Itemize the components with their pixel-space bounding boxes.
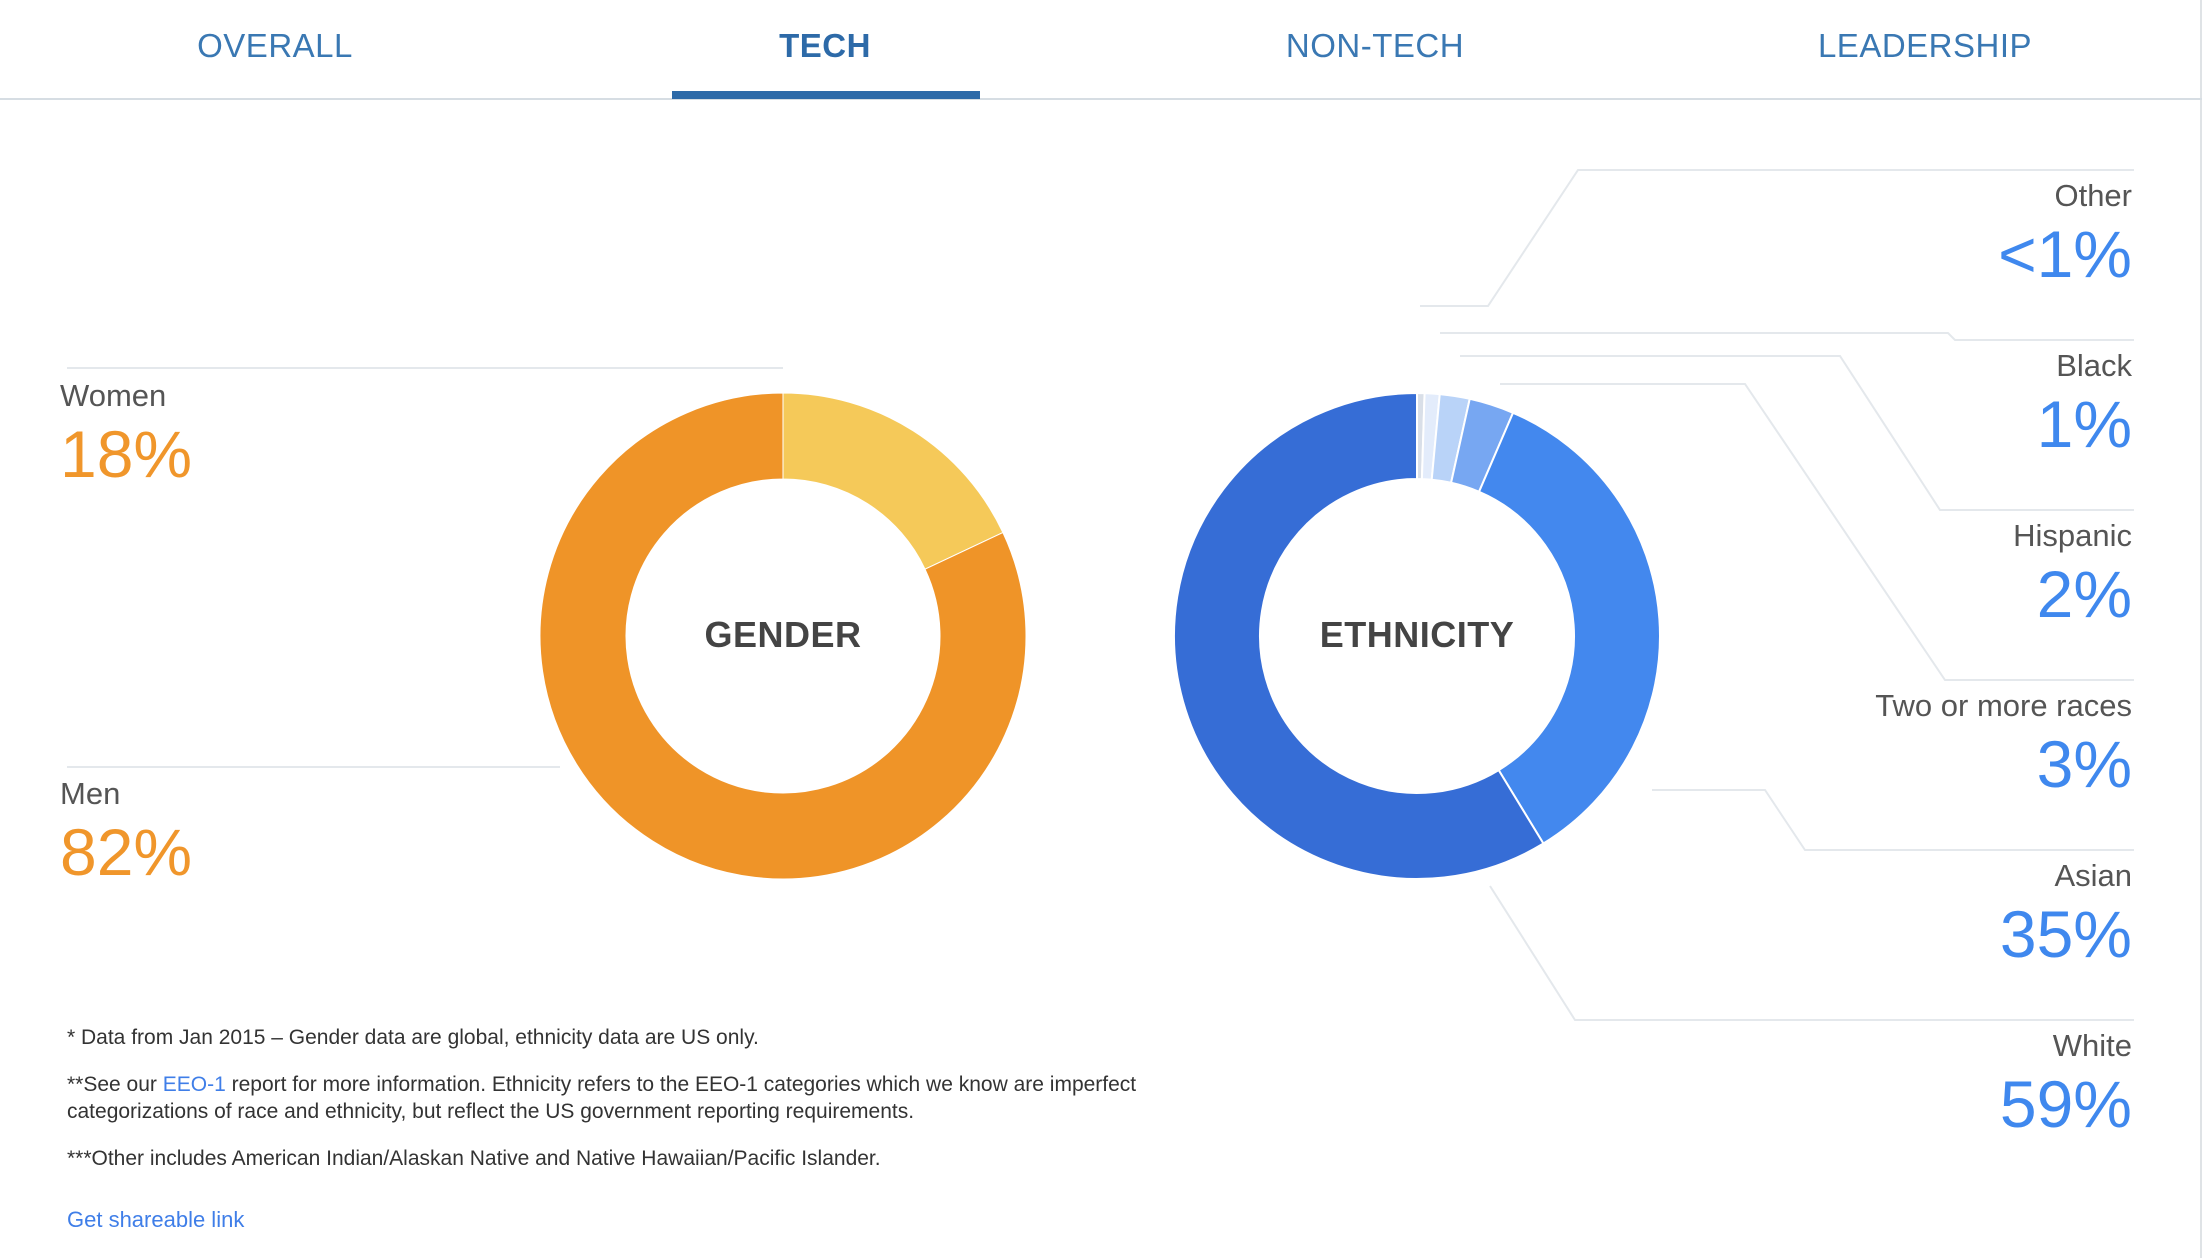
get-shareable-link[interactable]: Get shareable link <box>67 1207 244 1233</box>
black-label: Black 1% <box>1532 346 2132 462</box>
women-slice <box>782 392 1004 570</box>
footnote-eeo1: **See our EEO-1 report for more informat… <box>67 1071 1267 1125</box>
white-percent: 59% <box>1999 1067 2132 1141</box>
other-label: Other <1% <box>1532 176 2132 292</box>
asian-name: Asian <box>2054 858 2132 893</box>
two-or-more-name: Two or more races <box>1875 688 2132 723</box>
men-label: Men 82% <box>60 774 560 890</box>
white-label: White 59% <box>1532 1026 2132 1142</box>
footnotes: * Data from Jan 2015 – Gender data are g… <box>67 1024 1267 1192</box>
footnote-other: ***Other includes American Indian/Alaska… <box>67 1147 881 1170</box>
asian-percent: 35% <box>1999 897 2132 971</box>
women-name: Women <box>60 378 167 413</box>
footnote-eeo1-suffix: report for more information. Ethnicity r… <box>67 1073 1137 1123</box>
asian-label: Asian 35% <box>1532 856 2132 972</box>
hispanic-name: Hispanic <box>2013 518 2132 553</box>
eeo1-link[interactable]: EEO-1 <box>163 1073 226 1096</box>
footnote-data-source: * Data from Jan 2015 – Gender data are g… <box>67 1026 759 1049</box>
white-name: White <box>2052 1028 2132 1063</box>
other-percent: <1% <box>1998 217 2132 291</box>
hispanic-percent: 2% <box>2036 557 2132 631</box>
women-percent: 18% <box>60 417 193 491</box>
leader-black <box>1440 332 2134 341</box>
ethnicity-center-title: ETHNICITY <box>1319 614 1515 655</box>
two-or-more-percent: 3% <box>2036 727 2132 801</box>
black-percent: 1% <box>2036 387 2132 461</box>
black-name: Black <box>2056 348 2132 383</box>
footnote-eeo1-prefix: **See our <box>67 1073 163 1096</box>
women-label: Women 18% <box>60 376 560 492</box>
hispanic-label: Hispanic 2% <box>1532 516 2132 632</box>
men-name: Men <box>60 776 121 811</box>
two-or-more-label: Two or more races 3% <box>1532 686 2132 802</box>
other-name: Other <box>2054 178 2132 213</box>
gender-center-title: GENDER <box>704 614 862 655</box>
diversity-page: OVERALL TECH NON-TECH LEADERSHIP GENDER … <box>0 0 2202 1258</box>
men-percent: 82% <box>60 815 193 889</box>
